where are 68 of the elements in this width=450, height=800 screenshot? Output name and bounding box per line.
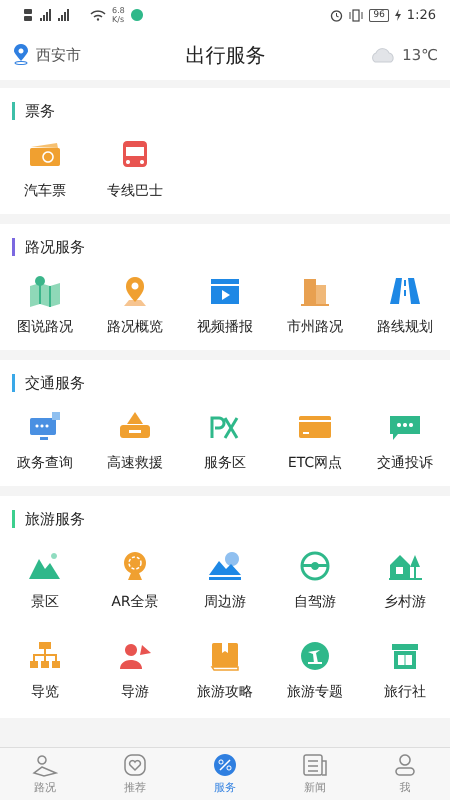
service-label: ETC网点 bbox=[288, 454, 342, 472]
location-pin-icon bbox=[12, 44, 30, 66]
service-label: 旅游攻略 bbox=[197, 683, 253, 701]
city-name[interactable]: 西安市 bbox=[36, 46, 81, 64]
alarm-icon bbox=[330, 8, 344, 22]
service-label: 服务区 bbox=[204, 454, 246, 472]
discount-icon bbox=[213, 753, 237, 777]
service-label: 图说路况 bbox=[17, 318, 73, 336]
service-label: 景区 bbox=[31, 593, 59, 611]
section-title: 旅游服务 bbox=[25, 510, 85, 528]
service-item[interactable]: 自驾游 bbox=[270, 538, 360, 622]
service-label: 旅游专题 bbox=[287, 683, 343, 701]
temperature: 13℃ bbox=[402, 46, 438, 64]
service-label: 自驾游 bbox=[294, 593, 336, 611]
service-label: 导游 bbox=[121, 683, 149, 701]
service-label: 视频播报 bbox=[197, 318, 253, 336]
service-label: 路线规划 bbox=[377, 318, 433, 336]
battery-level: 96 bbox=[369, 8, 389, 22]
section-title: 交通服务 bbox=[25, 374, 85, 392]
service-item[interactable]: AR全景 bbox=[90, 538, 180, 622]
landscape-icon bbox=[206, 549, 244, 583]
service-item[interactable]: 路线规划 bbox=[360, 266, 450, 344]
page-title: 出行服务 bbox=[186, 42, 266, 68]
service-item[interactable]: 服务区 bbox=[180, 402, 270, 480]
service-item[interactable]: 乡村游 bbox=[360, 538, 450, 622]
user-icon bbox=[393, 753, 417, 777]
service-label: 乡村游 bbox=[384, 593, 426, 611]
service-label: 政务查询 bbox=[17, 454, 73, 472]
service-item[interactable]: 旅行社 bbox=[360, 628, 450, 712]
service-item[interactable]: 景区 bbox=[0, 538, 90, 622]
service-item[interactable]: 路况概览 bbox=[90, 266, 180, 344]
section-title: 票务 bbox=[25, 102, 55, 120]
service-item[interactable]: 市州路况 bbox=[270, 266, 360, 344]
service-item[interactable]: 旅游专题 bbox=[270, 628, 360, 712]
service-label: 汽车票 bbox=[24, 182, 66, 200]
service-label: 交通投诉 bbox=[377, 454, 433, 472]
service-item[interactable]: 高速救援 bbox=[90, 402, 180, 480]
service-item[interactable]: 周边游 bbox=[180, 538, 270, 622]
service-item[interactable]: ETC网点 bbox=[270, 402, 360, 480]
clock-time: 1:26 bbox=[406, 8, 436, 22]
charging-icon bbox=[394, 9, 401, 21]
service-item[interactable]: 汽车票 bbox=[0, 130, 90, 208]
vibrate-icon bbox=[349, 8, 364, 22]
cloud-icon bbox=[370, 47, 396, 63]
service-item[interactable]: 导览 bbox=[0, 628, 90, 712]
service-item[interactable]: 导游 bbox=[90, 628, 180, 712]
service-label: 导览 bbox=[31, 683, 59, 701]
service-label: 专线巴士 bbox=[107, 182, 163, 200]
service-item[interactable]: 旅游攻略 bbox=[180, 628, 270, 712]
nav-tab[interactable]: 服务 bbox=[180, 748, 270, 800]
service-item[interactable]: 专线巴士 bbox=[90, 130, 180, 208]
service-item[interactable]: 图说路况 bbox=[0, 266, 90, 344]
service-item[interactable]: 政务查询 bbox=[0, 402, 90, 480]
service-item[interactable]: 视频播报 bbox=[180, 266, 270, 344]
service-label: 旅行社 bbox=[384, 683, 426, 701]
service-item[interactable]: 交通投诉 bbox=[360, 402, 450, 480]
network-speed-value: 6.8 bbox=[112, 6, 125, 15]
service-label: 市州路况 bbox=[287, 318, 343, 336]
service-label: 高速救援 bbox=[107, 454, 163, 472]
service-label: 路况概览 bbox=[107, 318, 163, 336]
app-notification-icon bbox=[130, 9, 143, 21]
network-speed-unit: K/s bbox=[112, 15, 125, 24]
section-title: 路况服务 bbox=[25, 238, 85, 256]
newspaper-icon bbox=[302, 753, 328, 777]
map-pin-icon bbox=[32, 753, 58, 777]
wifi-icon bbox=[90, 9, 106, 21]
service-label: AR全景 bbox=[111, 593, 159, 611]
service-label: 周边游 bbox=[204, 593, 246, 611]
